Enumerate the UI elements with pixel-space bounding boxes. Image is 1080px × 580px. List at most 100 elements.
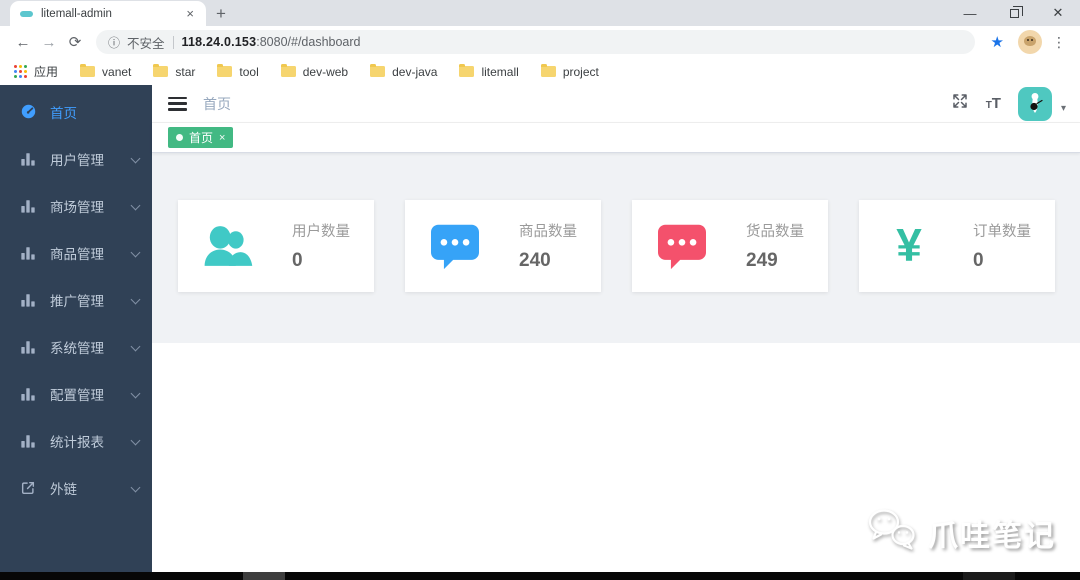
stat-card-orders[interactable]: ¥ 订单数量 0	[859, 200, 1055, 292]
sidebar-item-label: 配置管理	[50, 387, 104, 403]
user-avatar[interactable]	[1017, 86, 1052, 121]
chevron-down-icon	[130, 482, 141, 493]
tags-view-bar: 首页 ×	[152, 123, 1080, 153]
stat-value: 0	[292, 250, 303, 271]
reload-button[interactable]: ⟳	[62, 33, 88, 51]
bookmark-label: project	[562, 64, 599, 79]
sidebar-item-label: 商品管理	[50, 246, 104, 262]
address-divider	[172, 35, 174, 49]
fullscreen-icon[interactable]	[951, 92, 969, 115]
chevron-down-icon	[130, 153, 141, 164]
bookmark-folder-dev-web[interactable]: dev-web	[280, 63, 349, 79]
sidebar-item-config-mgmt[interactable]: 配置管理	[0, 370, 152, 417]
browser-toolbar: ← → ⟳ ⓘ 不安全 118.24.0.153 :8080/#/dashboa…	[0, 26, 1080, 58]
site-favicon	[20, 10, 33, 17]
stat-card-text: 商品数量 240	[519, 220, 577, 272]
bookmark-folder-litemall[interactable]: litemall	[459, 63, 519, 79]
restore-button[interactable]	[992, 0, 1036, 26]
stat-card-goods[interactable]: 商品数量 240	[405, 200, 601, 292]
url-host: 118.24.0.153	[181, 35, 257, 49]
info-icon[interactable]: ⓘ	[108, 34, 120, 51]
bookmark-folder-dev-java[interactable]: dev-java	[370, 63, 438, 79]
browser-menu-icon[interactable]: ⋮	[1052, 34, 1066, 51]
stat-card-products[interactable]: 货品数量 249	[632, 200, 828, 292]
new-tab-button[interactable]: +	[216, 5, 226, 22]
bookmark-folder-project[interactable]: project	[540, 63, 599, 79]
bookmark-label: vanet	[102, 64, 132, 79]
url-path: :8080/#/dashboard	[256, 35, 361, 49]
chevron-down-icon	[130, 388, 141, 399]
restore-icon	[1009, 5, 1023, 18]
sidebar-item-stat-report[interactable]: 统计报表	[0, 417, 152, 464]
bar-chart-icon	[20, 432, 37, 449]
bookmark-label: dev-web	[302, 64, 349, 79]
stat-title: 商品数量	[519, 224, 577, 240]
bar-chart-icon	[20, 244, 37, 261]
browser-profile-avatar[interactable]	[1018, 30, 1042, 54]
apps-shortcut[interactable]: 应用	[14, 63, 58, 80]
bookmark-star-icon[interactable]: ★	[991, 33, 1004, 51]
close-window-button[interactable]: ✕	[1036, 0, 1080, 26]
chevron-down-icon	[130, 247, 141, 258]
bookmark-folder-vanet[interactable]: vanet	[80, 63, 132, 79]
sidebar-item-dashboard[interactable]: 首页	[0, 88, 152, 135]
sidebar: 首页 用户管理 商场管理 商品管理 推广管理 系统管理 配置管理 统计报表 外链	[0, 85, 152, 572]
tag-close-icon[interactable]: ×	[219, 132, 225, 144]
external-link-icon	[20, 479, 37, 496]
message-icon	[656, 222, 708, 270]
bar-chart-icon	[20, 385, 37, 402]
dashboard-panel-group: 用户数量 0 商品数量 240 货品数量 249 ¥ 订单数量 0	[152, 153, 1080, 343]
browser-tab[interactable]: litemall-admin ×	[10, 1, 206, 26]
apps-grid-icon	[14, 65, 27, 78]
stat-title: 用户数量	[292, 224, 350, 240]
tab-close-icon[interactable]: ×	[184, 5, 196, 22]
address-bar[interactable]: ⓘ 不安全 118.24.0.153 :8080/#/dashboard	[96, 30, 975, 54]
chevron-down-icon	[130, 200, 141, 211]
sidebar-item-label: 商场管理	[50, 199, 104, 215]
sidebar-item-goods-mgmt[interactable]: 商品管理	[0, 229, 152, 276]
stat-card-text: 用户数量 0	[292, 220, 350, 272]
bookmark-folder-star[interactable]: star	[153, 63, 196, 79]
bookmark-label: dev-java	[392, 64, 438, 79]
stat-card-users[interactable]: 用户数量 0	[178, 200, 374, 292]
hamburger-menu-icon[interactable]	[168, 96, 187, 111]
forward-button[interactable]: →	[36, 34, 62, 51]
bookmark-label: star	[175, 64, 196, 79]
yuan-icon: ¥	[896, 219, 922, 272]
empty-area	[152, 343, 1080, 572]
folder-icon	[540, 63, 556, 77]
bar-chart-icon	[20, 338, 37, 355]
sidebar-item-label: 外链	[50, 481, 77, 497]
stat-card-text: 货品数量 249	[746, 220, 804, 272]
apps-label: 应用	[34, 65, 59, 79]
font-size-icon[interactable]: TT	[986, 96, 1001, 112]
stat-title: 货品数量	[746, 224, 804, 240]
bookmarks-bar: 应用 vanet star tool dev-web dev-java lite…	[0, 58, 1080, 85]
folder-icon	[459, 63, 475, 77]
tag-dashboard[interactable]: 首页 ×	[168, 127, 234, 148]
folder-icon	[280, 63, 296, 77]
browser-tab-strip: litemall-admin × + — ✕	[0, 0, 1080, 26]
chevron-down-icon	[130, 294, 141, 305]
sidebar-item-user-mgmt[interactable]: 用户管理	[0, 135, 152, 182]
stat-value: 240	[519, 250, 551, 271]
sidebar-item-mall-mgmt[interactable]: 商场管理	[0, 182, 152, 229]
window-controls: — ✕	[948, 0, 1080, 26]
sidebar-item-label: 首页	[50, 105, 77, 121]
admin-app: 首页 用户管理 商场管理 商品管理 推广管理 系统管理 配置管理 统计报表 外链…	[0, 85, 1080, 572]
top-navbar: 首页 TT ▾	[152, 85, 1080, 123]
sidebar-item-external-link[interactable]: 外链	[0, 464, 152, 511]
tag-label: 首页	[189, 131, 214, 145]
navbar-actions: TT ▾	[951, 86, 1066, 121]
sidebar-item-promotion-mgmt[interactable]: 推广管理	[0, 276, 152, 323]
taskbar-strip	[0, 572, 1080, 580]
sidebar-item-system-mgmt[interactable]: 系统管理	[0, 323, 152, 370]
back-button[interactable]: ←	[10, 34, 36, 51]
bookmark-folder-tool[interactable]: tool	[217, 63, 259, 79]
chevron-down-icon	[130, 435, 141, 446]
caret-down-icon[interactable]: ▾	[1061, 93, 1066, 114]
bar-chart-icon	[20, 150, 37, 167]
security-label: 不安全	[127, 36, 165, 51]
minimize-button[interactable]: —	[948, 0, 992, 26]
stat-card-text: 订单数量 0	[973, 220, 1031, 272]
